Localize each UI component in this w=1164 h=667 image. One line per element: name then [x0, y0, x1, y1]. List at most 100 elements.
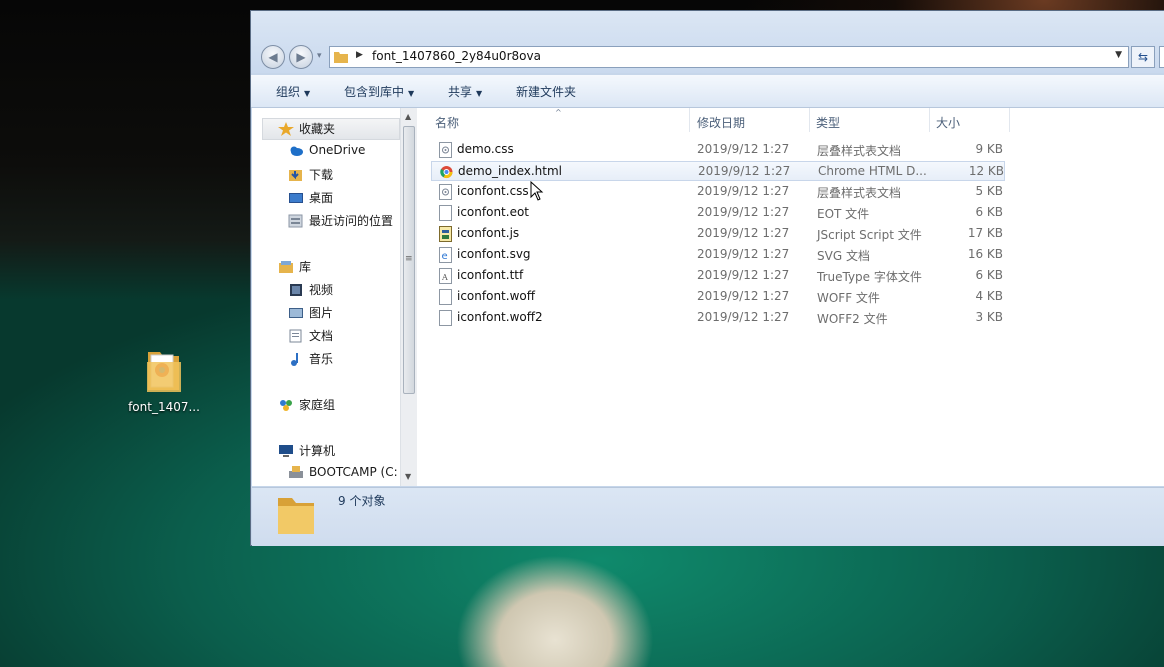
- share-button[interactable]: 共享 ▼: [448, 83, 482, 100]
- file-list-pane: 名称 修改日期 类型 大小 ^ demo.css 2019/9/12 1:27 层叠…: [417, 108, 1164, 486]
- column-divider[interactable]: [809, 108, 810, 132]
- video-icon: [288, 283, 304, 297]
- file-size: 4 KB: [975, 289, 1003, 303]
- file-date: 2019/9/12 1:27: [697, 268, 790, 282]
- homegroup-icon: [278, 398, 294, 412]
- file-date: 2019/9/12 1:27: [697, 205, 790, 219]
- file-type: Chrome HTML D...: [818, 164, 927, 178]
- nav-item-desktop[interactable]: 桌面: [288, 189, 333, 206]
- file-name: iconfont.js: [457, 226, 520, 240]
- file-row[interactable]: Aiconfont.ttf 2019/9/12 1:27 TrueType 字体文件…: [431, 266, 1005, 286]
- download-folder-icon: [288, 168, 304, 182]
- file-size: 12 KB: [968, 164, 1004, 178]
- file-size: 16 KB: [967, 247, 1003, 261]
- file-name: iconfont.ttf: [457, 268, 524, 282]
- font-file-icon: A: [439, 268, 452, 284]
- nav-item-downloads[interactable]: 下载: [288, 166, 333, 183]
- nav-item-homegroup[interactable]: 家庭组: [278, 396, 335, 413]
- chevron-right-icon[interactable]: ▶: [356, 50, 363, 60]
- file-row[interactable]: iconfont.js 2019/9/12 1:27 JScript Script …: [431, 224, 1005, 244]
- explorer-window: ◀ ▶ ▾ ▶ font_1407860_2y84u0r8ova ▼ ⇆ 组织 ▼…: [250, 10, 1164, 546]
- picture-icon: [288, 306, 304, 320]
- star-icon: [278, 121, 294, 136]
- svg-text:A: A: [441, 273, 448, 282]
- nav-item-documents[interactable]: 文档: [288, 327, 333, 344]
- forward-button[interactable]: ▶: [289, 45, 313, 69]
- desktop-icon: [288, 191, 304, 205]
- file-type: 层叠样式表文档: [817, 144, 902, 158]
- file-size: 9 KB: [975, 142, 1003, 156]
- file-type: 层叠样式表文档: [817, 186, 902, 200]
- recent-pages-dropdown-icon[interactable]: ▾: [317, 51, 322, 61]
- column-header-date[interactable]: 修改日期: [697, 114, 745, 131]
- nav-item-music[interactable]: 音乐: [288, 350, 333, 367]
- file-name: iconfont.woff2: [457, 310, 543, 324]
- nav-item-library[interactable]: 库: [278, 258, 311, 275]
- file-name: iconfont.css: [457, 184, 529, 198]
- scroll-up-icon[interactable]: ▲: [405, 112, 411, 121]
- new-folder-button[interactable]: 新建文件夹: [516, 83, 576, 100]
- column-divider[interactable]: [1009, 108, 1010, 132]
- nav-item-pictures[interactable]: 图片: [288, 304, 333, 321]
- nav-item-bootcamp-drive[interactable]: BOOTCAMP (C:: [288, 465, 398, 479]
- back-button[interactable]: ◀: [261, 45, 285, 69]
- file-row[interactable]: demo_index.html 2019/9/12 1:27 Chrome HTML…: [431, 161, 1005, 181]
- column-divider[interactable]: [689, 108, 690, 132]
- file-date: 2019/9/12 1:27: [697, 226, 790, 240]
- nav-scrollbar[interactable]: ▲ ≡ ▼: [400, 108, 417, 486]
- file-row[interactable]: iconfont.woff2 2019/9/12 1:27 WOFF2 文件 3 KB: [431, 308, 1005, 328]
- file-row[interactable]: iconfont.css 2019/9/12 1:27 层叠样式表文档 5 KB: [431, 182, 1005, 202]
- file-name: iconfont.eot: [457, 205, 529, 219]
- ie-file-icon: e: [439, 247, 452, 263]
- address-bar-area: ◀ ▶ ▾ ▶ font_1407860_2y84u0r8ova ▼ ⇆: [251, 11, 1164, 73]
- chevron-down-icon[interactable]: ▼: [1115, 50, 1122, 60]
- organize-button[interactable]: 组织 ▼: [276, 83, 310, 100]
- column-header-size[interactable]: 大小: [936, 114, 960, 131]
- recent-places-icon: [288, 214, 304, 228]
- desktop-folder-shortcut[interactable]: font_1407...: [124, 346, 204, 414]
- include-in-library-button[interactable]: 包含到库中 ▼: [344, 83, 414, 100]
- scroll-down-icon[interactable]: ▼: [405, 472, 411, 481]
- file-name: demo.css: [457, 142, 514, 156]
- nav-item-onedrive[interactable]: OneDrive: [288, 143, 365, 157]
- column-divider[interactable]: [929, 108, 930, 132]
- nav-item-computer[interactable]: 计算机: [278, 442, 335, 459]
- nav-item-favorites[interactable]: 收藏夹: [278, 120, 335, 137]
- nav-item-recent-places[interactable]: 最近访问的位置: [288, 212, 393, 229]
- mouse-cursor-icon: [530, 180, 544, 201]
- file-size: 3 KB: [975, 310, 1003, 324]
- cloud-icon: [288, 143, 304, 157]
- chrome-file-icon: [440, 164, 453, 180]
- file-row[interactable]: e iconfont.svg 2019/9/12 1:27 SVG 文档 16 KB: [431, 245, 1005, 265]
- grip-icon: ≡: [405, 254, 413, 264]
- address-field[interactable]: ▶ font_1407860_2y84u0r8ova ▼: [329, 46, 1129, 68]
- file-row[interactable]: demo.css 2019/9/12 1:27 层叠样式表文档 9 KB: [431, 140, 1005, 160]
- details-pane: 9 个对象: [252, 487, 1164, 546]
- refresh-button[interactable]: ⇆: [1131, 46, 1155, 68]
- file-date: 2019/9/12 1:27: [697, 247, 790, 261]
- file-size: 6 KB: [975, 205, 1003, 219]
- command-bar: 组织 ▼ 包含到库中 ▼ 共享 ▼ 新建文件夹: [251, 75, 1164, 108]
- library-icon: [278, 260, 294, 274]
- file-name: iconfont.woff: [457, 289, 535, 303]
- folder-icon: [145, 346, 183, 394]
- css-file-icon: [439, 184, 452, 200]
- navigation-pane: 收藏夹 OneDrive 下载 桌面 最近访问的位置 库 视频 图片 文档 音乐…: [252, 108, 400, 486]
- file-row[interactable]: iconfont.woff 2019/9/12 1:27 WOFF 文件 4 KB: [431, 287, 1005, 307]
- file-date: 2019/9/12 1:27: [698, 164, 791, 178]
- search-box-edge[interactable]: [1159, 46, 1164, 68]
- sort-ascending-icon: ^: [555, 108, 562, 117]
- file-size: 17 KB: [967, 226, 1003, 240]
- js-file-icon: [439, 226, 452, 242]
- column-header-type[interactable]: 类型: [816, 114, 840, 131]
- file-name: iconfont.svg: [457, 247, 531, 261]
- address-path: font_1407860_2y84u0r8ova: [372, 49, 541, 63]
- nav-item-videos[interactable]: 视频: [288, 281, 333, 298]
- column-header-name[interactable]: 名称: [435, 114, 459, 131]
- desktop-icon-label: font_1407...: [128, 400, 200, 414]
- file-row[interactable]: iconfont.eot 2019/9/12 1:27 EOT 文件 6 KB: [431, 203, 1005, 223]
- file-date: 2019/9/12 1:27: [697, 184, 790, 198]
- file-type: SVG 文档: [817, 249, 870, 263]
- file-size: 6 KB: [975, 268, 1003, 282]
- file-type: JScript Script 文件: [817, 228, 922, 242]
